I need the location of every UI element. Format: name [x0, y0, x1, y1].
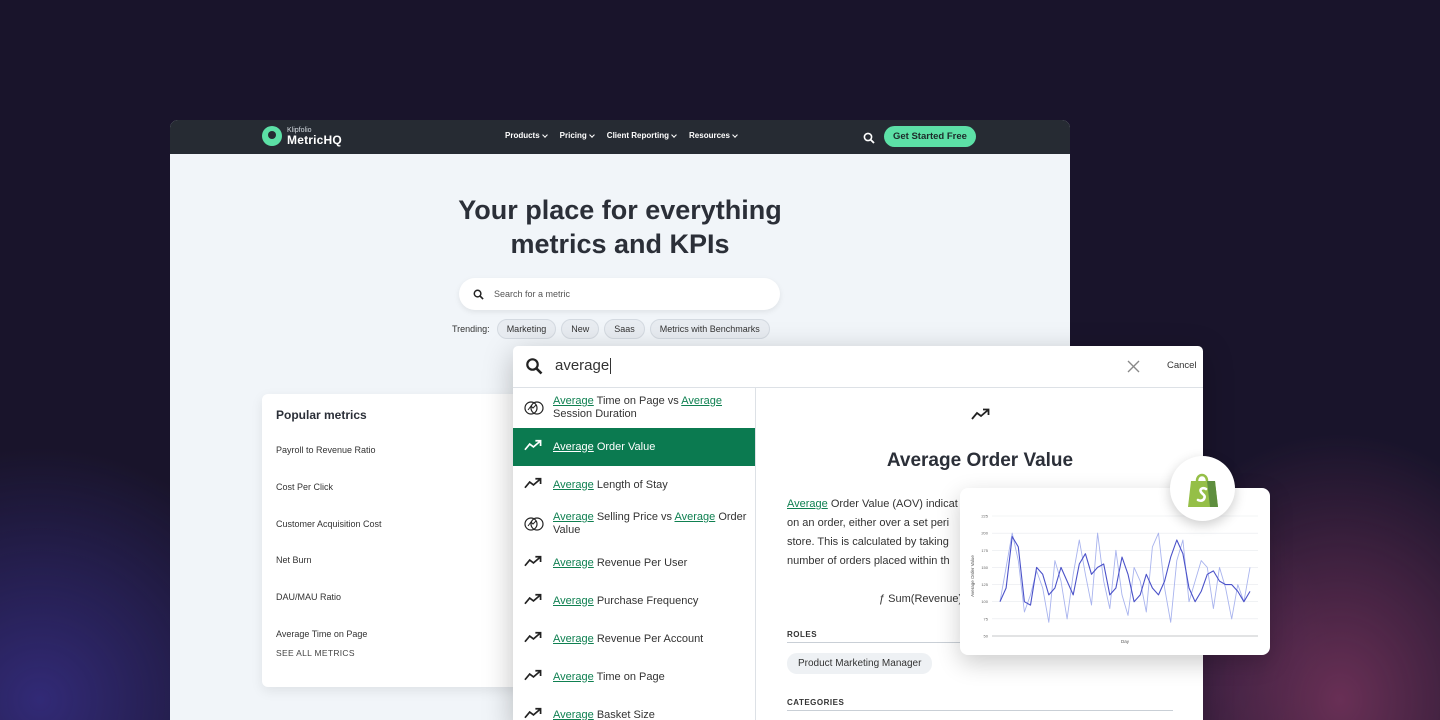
chevron-down-icon — [588, 131, 595, 138]
search-placeholder: Search for a metric — [494, 289, 571, 299]
shopify-bag-icon — [1187, 473, 1218, 507]
search-results-list: Average Time on Page vs Average Session … — [513, 388, 756, 720]
search-icon — [473, 289, 484, 300]
y-tick-label: 125 — [981, 582, 988, 587]
overlay-search-bar: average Cancel — [513, 346, 1203, 388]
metric-formula: ƒ Sum(Revenue) — [879, 593, 963, 605]
search-result-item[interactable]: Average Time on Page — [513, 658, 755, 696]
y-tick-label: 100 — [981, 599, 988, 604]
y-tick-label: 200 — [981, 531, 988, 536]
search-result-item[interactable]: Average Selling Price vs Average Order V… — [513, 504, 755, 544]
y-tick-label: 225 — [981, 514, 988, 519]
see-all-metrics-link[interactable]: SEE ALL METRICS — [276, 648, 518, 658]
hero-search-input[interactable]: Search for a metric — [459, 278, 780, 310]
popular-metrics-title: Popular metrics — [276, 408, 367, 422]
search-result-label: Average Purchase Frequency — [553, 594, 699, 607]
trending-chip-benchmarks[interactable]: Metrics with Benchmarks — [649, 319, 770, 339]
chevron-down-icon — [541, 131, 548, 138]
logo-icon — [262, 126, 282, 146]
search-result-label: Average Revenue Per User — [553, 556, 688, 569]
logo-main-text: MetricHQ — [287, 132, 342, 147]
y-tick-label: 150 — [981, 565, 988, 570]
y-tick-label: 75 — [984, 616, 989, 621]
popular-item[interactable]: Average Time on Page — [276, 615, 518, 652]
main-menu: Products Pricing Client Reporting Resour… — [505, 131, 738, 140]
hero-title: Your place for everything metrics and KP… — [458, 195, 782, 259]
search-result-item[interactable]: Average Revenue Per Account — [513, 620, 755, 658]
search-result-label: Average Time on Page — [553, 670, 665, 683]
menu-pricing[interactable]: Pricing — [560, 131, 595, 140]
logo[interactable]: Klipfolio MetricHQ — [262, 126, 342, 146]
x-axis-label: Day — [1121, 639, 1130, 644]
trend-icon — [524, 439, 542, 455]
menu-client-reporting[interactable]: Client Reporting — [607, 131, 677, 140]
search-result-label: Average Selling Price vs Average Order V… — [553, 511, 747, 536]
trend-icon — [524, 593, 542, 609]
metric-title: Average Order Value — [886, 450, 1074, 471]
trending-label: Trending: — [452, 324, 490, 334]
search-result-label: Average Basket Size — [553, 708, 655, 720]
search-result-label: Average Revenue Per Account — [553, 632, 704, 645]
search-result-label: Average Time on Page vs Average Session … — [553, 395, 722, 420]
trend-icon — [524, 477, 542, 493]
search-icon — [526, 358, 543, 375]
search-result-item[interactable]: Average Time on Page vs Average Session … — [513, 388, 755, 428]
close-icon[interactable] — [1127, 360, 1140, 373]
y-axis-label: Average Order Value — [970, 555, 975, 597]
popular-item[interactable]: DAU/MAU Ratio — [276, 579, 518, 616]
trend-icon — [524, 631, 542, 647]
search-result-label: Average Length of Stay — [553, 478, 668, 491]
shopify-badge — [1170, 456, 1235, 521]
trending-chip-new[interactable]: New — [561, 319, 600, 339]
search-result-item[interactable]: Average Basket Size — [513, 696, 755, 720]
categories-heading: CATEGORIES — [787, 698, 1173, 711]
y-tick-label: 50 — [984, 634, 989, 639]
search-result-label: Average Order Value — [553, 440, 656, 453]
raw-series-line — [999, 532, 1251, 623]
cancel-button[interactable]: Cancel — [1167, 360, 1197, 371]
trend-icon — [524, 707, 542, 720]
popular-metrics-card: Popular metrics Payroll to Revenue Ratio… — [262, 394, 532, 687]
search-result-item[interactable]: Average Revenue Per User — [513, 544, 755, 582]
trend-icon — [971, 408, 990, 420]
role-chip[interactable]: Product Marketing Manager — [787, 653, 933, 674]
menu-resources[interactable]: Resources — [689, 131, 738, 140]
popular-item[interactable]: Payroll to Revenue Ratio — [276, 432, 518, 469]
search-result-item[interactable]: Average Order Value — [513, 428, 755, 466]
compare-icon — [524, 516, 544, 532]
trending-chip-marketing[interactable]: Marketing — [496, 319, 557, 339]
search-result-item[interactable]: Average Purchase Frequency — [513, 582, 755, 620]
menu-products[interactable]: Products — [505, 131, 548, 140]
trend-icon — [524, 669, 542, 685]
popular-item[interactable]: Net Burn — [276, 542, 518, 579]
trending-chip-saas[interactable]: Saas — [604, 319, 645, 339]
trend-icon — [524, 555, 542, 571]
chevron-down-icon — [732, 131, 738, 138]
get-started-button[interactable]: Get Started Free — [884, 126, 976, 147]
popular-item[interactable]: Customer Acquisition Cost — [276, 505, 518, 542]
overlay-search-input[interactable]: average — [555, 357, 611, 374]
search-icon[interactable] — [863, 131, 875, 149]
search-result-item[interactable]: Average Length of Stay — [513, 466, 755, 504]
top-nav: Klipfolio MetricHQ Products Pricing Clie… — [170, 120, 1070, 154]
y-tick-label: 175 — [981, 548, 988, 553]
smoothed-series-line — [999, 536, 1251, 606]
popular-item[interactable]: Cost Per Click — [276, 469, 518, 506]
compare-icon — [524, 400, 544, 416]
chevron-down-icon — [671, 131, 677, 138]
trending-bar: Trending: Marketing New Saas Metrics wit… — [452, 319, 770, 339]
